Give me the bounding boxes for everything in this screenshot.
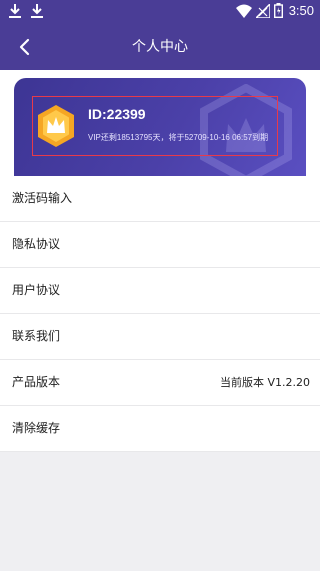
menu-item-label: 联系我们 xyxy=(12,329,61,343)
download-icon xyxy=(31,4,43,18)
settings-menu: 激活码输入 隐私协议 用户协议 联系我们 产品版本 当前版本 V1.2.20 清… xyxy=(0,176,320,452)
wifi-icon xyxy=(235,4,252,18)
highlight-box xyxy=(32,96,278,156)
menu-item-contact-us[interactable]: 联系我们 xyxy=(0,314,320,360)
menu-item-label: 隐私协议 xyxy=(12,237,61,251)
menu-item-user-agreement[interactable]: 用户协议 xyxy=(0,268,320,314)
menu-item-privacy-policy[interactable]: 隐私协议 xyxy=(0,222,320,268)
menu-item-label: 用户协议 xyxy=(12,283,61,297)
menu-item-label: 产品版本 xyxy=(12,375,61,389)
version-value: 当前版本 V1.2.20 xyxy=(219,376,310,389)
status-time: 3:50 xyxy=(288,3,314,18)
title-bar: 个人中心 xyxy=(0,24,320,70)
menu-item-clear-cache[interactable]: 清除缓存 xyxy=(0,406,320,452)
download-icon xyxy=(9,4,21,18)
menu-item-product-version[interactable]: 产品版本 当前版本 V1.2.20 xyxy=(0,360,320,406)
status-bar: 3:50 xyxy=(0,0,320,24)
menu-item-label: 清除缓存 xyxy=(12,421,61,435)
menu-item-activation-code[interactable]: 激活码输入 xyxy=(0,176,320,222)
battery-icon xyxy=(273,3,283,18)
signal-icon xyxy=(255,3,270,18)
menu-item-label: 激活码输入 xyxy=(12,191,73,205)
page-title: 个人中心 xyxy=(132,39,188,55)
